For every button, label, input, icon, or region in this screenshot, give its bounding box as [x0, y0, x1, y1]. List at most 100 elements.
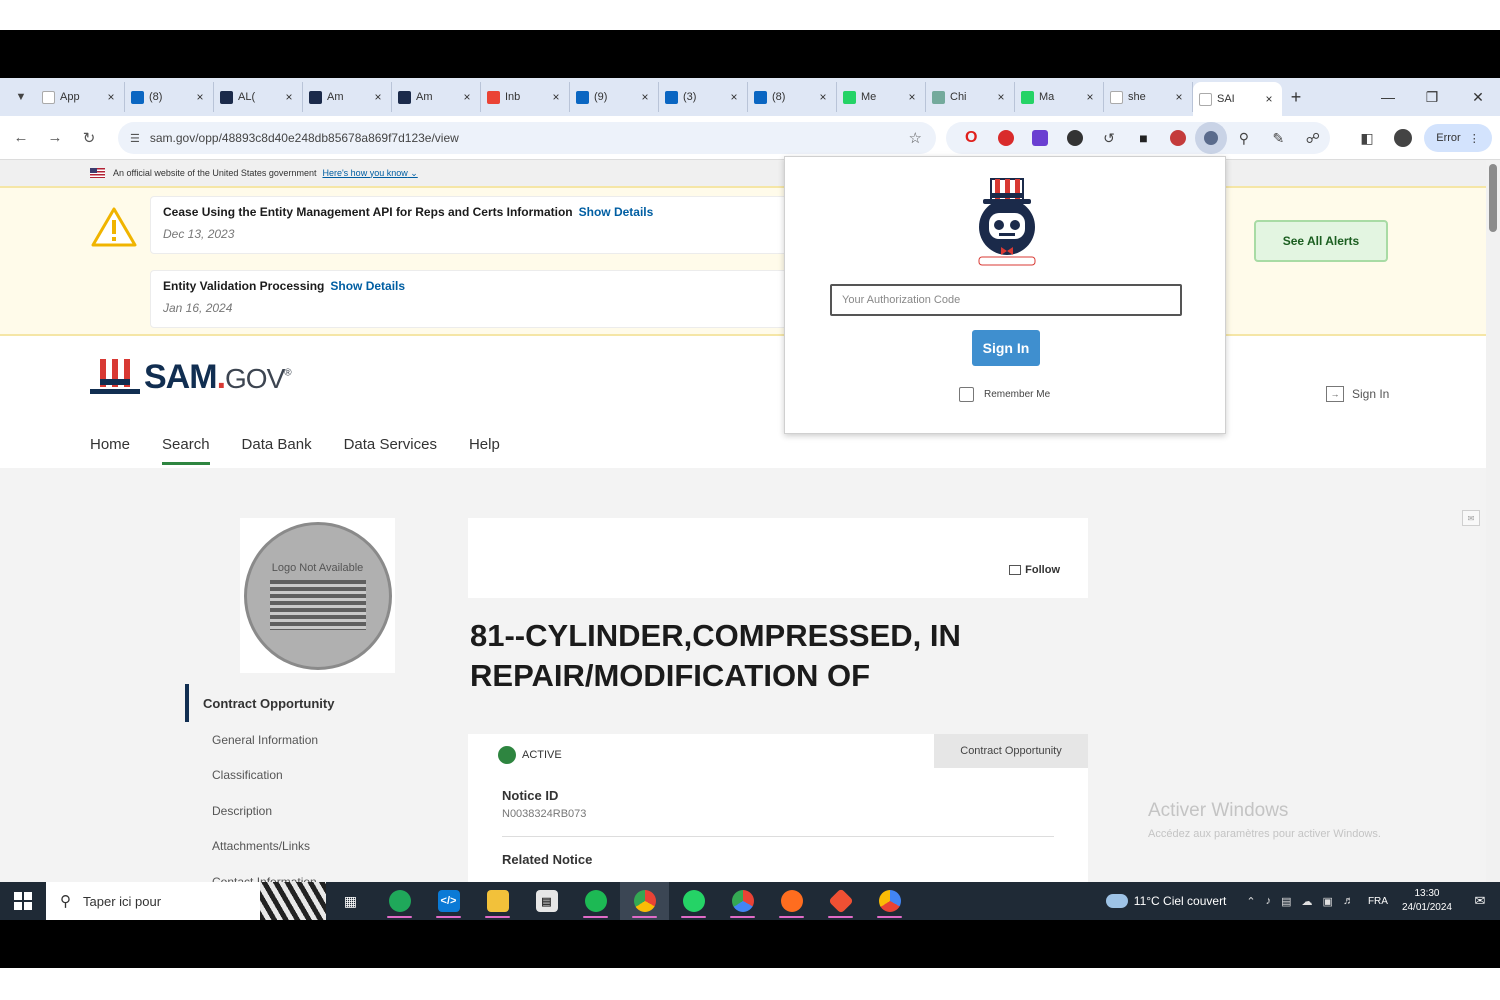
- spotify-icon[interactable]: [571, 882, 620, 920]
- reload-icon[interactable]: ↻: [72, 129, 106, 147]
- pen-extension-icon[interactable]: ✎: [1261, 122, 1295, 154]
- forward-icon[interactable]: →: [38, 129, 72, 146]
- dark-circle-extension-icon[interactable]: [1057, 122, 1091, 154]
- browser-tab[interactable]: SAI ×: [1193, 82, 1282, 116]
- feedback-icon[interactable]: ✉: [1462, 510, 1480, 526]
- sidenav-description[interactable]: Description: [185, 793, 334, 829]
- heres-how-you-know-link[interactable]: Here's how you know ⌄: [322, 168, 417, 179]
- tab-close-icon[interactable]: ×: [905, 90, 919, 104]
- chevron-up-icon[interactable]: ⌃: [1246, 895, 1255, 908]
- tab-close-icon[interactable]: ×: [193, 90, 207, 104]
- tab-close-icon[interactable]: ×: [282, 90, 296, 104]
- sam-gov-logo[interactable]: SAM.GOV®: [90, 358, 292, 397]
- scrollbar-thumb[interactable]: [1489, 164, 1497, 232]
- opportunity-type-tab[interactable]: Contract Opportunity: [934, 734, 1088, 768]
- browser-tab[interactable]: Chi ×: [926, 82, 1015, 112]
- tab-close-icon[interactable]: ×: [371, 90, 385, 104]
- browser-tab[interactable]: Me ×: [837, 82, 926, 112]
- flag-extension-icon[interactable]: [1161, 122, 1195, 154]
- browser-tab[interactable]: App ×: [36, 82, 125, 112]
- input-language[interactable]: FRA: [1368, 896, 1388, 907]
- firefox-icon[interactable]: [767, 882, 816, 920]
- tab-close-icon[interactable]: ×: [727, 90, 741, 104]
- tab-search-chevron-icon[interactable]: ▼: [6, 82, 36, 112]
- network-icon[interactable]: ▤: [1281, 895, 1291, 908]
- chrome-icon[interactable]: [620, 882, 669, 920]
- tab-close-icon[interactable]: ×: [104, 90, 118, 104]
- file-explorer-icon[interactable]: [473, 882, 522, 920]
- notification-icon[interactable]: ✉: [1468, 891, 1492, 911]
- git-app-icon[interactable]: [816, 882, 865, 920]
- stop-extension-icon[interactable]: [988, 122, 1022, 154]
- whatsapp-icon[interactable]: [669, 882, 718, 920]
- browser-tab[interactable]: (9) ×: [570, 82, 659, 112]
- notes-app-icon[interactable]: ▤: [522, 882, 571, 920]
- taskbar-search-box[interactable]: ⚲ Taper ici pour: [46, 882, 326, 920]
- profile-error-button[interactable]: Error ⋮: [1424, 124, 1492, 152]
- sidenav-contact-information[interactable]: Contact Information: [185, 864, 334, 882]
- puzzle-extensions-icon[interactable]: ☍: [1296, 122, 1330, 154]
- camera-extension-icon[interactable]: ■: [1126, 122, 1160, 154]
- new-tab-button[interactable]: +: [1282, 87, 1310, 108]
- chrome-alt-icon[interactable]: [865, 882, 914, 920]
- popup-sign-in-button[interactable]: Sign In: [972, 330, 1040, 366]
- kebab-menu-icon[interactable]: ⋮: [1469, 132, 1480, 145]
- nav-data-bank[interactable]: Data Bank: [242, 436, 312, 465]
- browser-tab[interactable]: Am ×: [392, 82, 481, 112]
- nav-home[interactable]: Home: [90, 436, 130, 465]
- vscode-icon[interactable]: </>: [424, 882, 473, 920]
- weather-widget[interactable]: 11°C Ciel couvert: [1105, 894, 1226, 908]
- display-icon[interactable]: ▣: [1323, 895, 1333, 908]
- onedrive-cloud-icon[interactable]: ☁: [1302, 895, 1313, 908]
- browser-tab[interactable]: AL(×: [214, 82, 303, 112]
- tab-close-icon[interactable]: ×: [549, 90, 563, 104]
- green-app-icon[interactable]: [375, 882, 424, 920]
- browser-tab[interactable]: she ×: [1104, 82, 1193, 112]
- show-details-link[interactable]: Show Details: [330, 279, 405, 293]
- sidenav-classification[interactable]: Classification: [185, 758, 334, 794]
- profile-avatar[interactable]: [1388, 122, 1418, 154]
- browser-tab[interactable]: (3) ×: [659, 82, 748, 112]
- see-all-alerts-button[interactable]: See All Alerts: [1254, 220, 1388, 262]
- remember-me-checkbox[interactable]: [959, 387, 974, 402]
- sidenav-attachments-links[interactable]: Attachments/Links: [185, 829, 334, 865]
- nav-search[interactable]: Search: [162, 436, 210, 465]
- task-view-icon[interactable]: ▦: [326, 882, 375, 920]
- browser-tab[interactable]: (8) ×: [748, 82, 837, 112]
- follow-button[interactable]: Follow: [1009, 564, 1060, 576]
- authorization-code-input[interactable]: [830, 284, 1182, 316]
- speaker-icon[interactable]: ♪: [1266, 895, 1272, 908]
- tab-close-icon[interactable]: ×: [1172, 90, 1186, 104]
- show-details-link[interactable]: Show Details: [579, 205, 654, 219]
- zoom-icon[interactable]: ⚲: [1227, 122, 1261, 154]
- header-sign-in-link[interactable]: → Sign In: [1326, 386, 1389, 402]
- nav-data-services[interactable]: Data Services: [344, 436, 437, 465]
- tab-close-icon[interactable]: ×: [460, 90, 474, 104]
- minimize-icon[interactable]: —: [1366, 78, 1410, 116]
- page-scrollbar[interactable]: [1486, 160, 1500, 882]
- browser-tab[interactable]: Ma ×: [1015, 82, 1104, 112]
- site-info-icon[interactable]: ☰: [130, 132, 140, 145]
- tab-close-icon[interactable]: ×: [1083, 90, 1097, 104]
- restore-icon[interactable]: ❐: [1410, 78, 1454, 116]
- taskbar-clock[interactable]: 13:30 24/01/2024: [1402, 887, 1452, 915]
- tab-close-icon[interactable]: ×: [1262, 92, 1276, 106]
- browser-tab[interactable]: (8) ×: [125, 82, 214, 112]
- start-button[interactable]: [0, 882, 46, 920]
- address-bar[interactable]: ☰ sam.gov/opp/48893c8d40e248db85678a869f…: [118, 122, 936, 154]
- bookmark-star-icon[interactable]: ☆: [909, 129, 922, 147]
- opera-extension-icon[interactable]: O: [954, 122, 988, 154]
- browser-tab[interactable]: Am ×: [303, 82, 392, 112]
- tab-close-icon[interactable]: ×: [638, 90, 652, 104]
- chrome-profile-icon[interactable]: [718, 882, 767, 920]
- sidenav-general-information[interactable]: General Information: [185, 722, 334, 758]
- purple-extension-icon[interactable]: [1023, 122, 1057, 154]
- refresh-extension-icon[interactable]: ↺: [1092, 122, 1126, 154]
- volume-icon[interactable]: ♬: [1343, 895, 1354, 908]
- back-icon[interactable]: ←: [4, 129, 38, 146]
- tab-close-icon[interactable]: ×: [816, 90, 830, 104]
- browser-tab[interactable]: Inb ×: [481, 82, 570, 112]
- side-panel-icon[interactable]: ◧: [1352, 122, 1382, 154]
- tab-close-icon[interactable]: ×: [994, 90, 1008, 104]
- nav-help[interactable]: Help: [469, 436, 500, 465]
